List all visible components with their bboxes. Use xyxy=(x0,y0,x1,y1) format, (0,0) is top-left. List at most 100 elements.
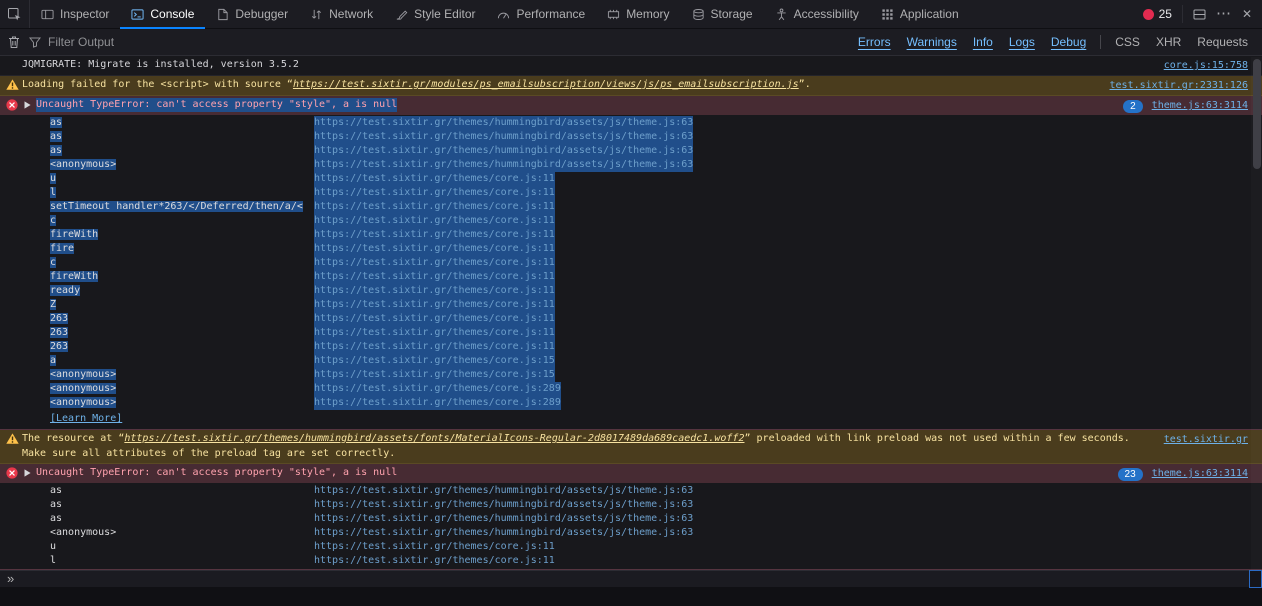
tab-label: Style Editor xyxy=(414,7,476,21)
tab-memory[interactable]: Memory xyxy=(596,0,680,28)
resource-url-link[interactable]: https://test.sixtir.gr/modules/ps_emails… xyxy=(293,78,799,92)
frame-source-link[interactable]: https://test.sixtir.gr/themes/core.js:11 xyxy=(314,214,555,228)
frame-source-link[interactable]: https://test.sixtir.gr/themes/core.js:11 xyxy=(314,228,555,242)
filter-logs-button[interactable]: Logs xyxy=(1002,33,1042,51)
pick-element-button[interactable] xyxy=(0,0,30,28)
frame-source-link[interactable]: https://test.sixtir.gr/themes/hummingbir… xyxy=(314,512,693,526)
tab-style-editor[interactable]: Style Editor xyxy=(384,0,486,28)
filter-debug-button[interactable]: Debug xyxy=(1044,33,1093,51)
frame-source-link[interactable]: https://test.sixtir.gr/themes/core.js:11 xyxy=(314,554,555,568)
stack-frame: l https://test.sixtir.gr/themes/core.js:1… xyxy=(0,554,1262,568)
frame-function-name: as xyxy=(50,499,63,510)
frame-function-cell: fireWith xyxy=(50,270,314,284)
tab-storage[interactable]: Storage xyxy=(681,0,764,28)
tab-inspector[interactable]: Inspector xyxy=(30,0,120,28)
stack-frame: 263 https://test.sixtir.gr/themes/core.js… xyxy=(0,326,1262,340)
split-console-button[interactable] xyxy=(1193,8,1206,21)
frame-source-link[interactable]: https://test.sixtir.gr/themes/core.js:11 xyxy=(314,540,555,554)
frame-source-link[interactable]: https://test.sixtir.gr/themes/hummingbir… xyxy=(314,498,693,512)
stack-frame: u https://test.sixtir.gr/themes/core.js:1… xyxy=(0,172,1262,186)
meatball-menu-button[interactable]: ⋯ xyxy=(1216,6,1232,21)
message-head: The resource at “https://test.sixtir.gr/… xyxy=(0,430,1262,463)
frame-function-name: <anonymous> xyxy=(50,397,117,408)
frame-source-link[interactable]: https://test.sixtir.gr/themes/hummingbir… xyxy=(314,130,694,144)
frame-source-link[interactable]: https://test.sixtir.gr/themes/hummingbir… xyxy=(314,158,694,172)
frame-source-link[interactable]: https://test.sixtir.gr/themes/hummingbir… xyxy=(314,116,694,130)
frame-source-link[interactable]: https://test.sixtir.gr/themes/core.js:11 xyxy=(314,256,555,270)
scroll-corner xyxy=(1249,570,1262,588)
source-location-link[interactable]: test.sixtir.gr xyxy=(1164,433,1248,447)
filter-xhr-button[interactable]: XHR xyxy=(1149,33,1188,51)
close-devtools-button[interactable]: ✕ xyxy=(1242,7,1252,21)
pick-element-icon xyxy=(7,7,22,22)
memory-icon xyxy=(607,8,620,21)
scrollbar-thumb[interactable] xyxy=(1253,59,1261,169)
filter-errors-button[interactable]: Errors xyxy=(851,33,898,51)
vertical-scrollbar[interactable] xyxy=(1251,57,1262,570)
clear-console-button[interactable] xyxy=(7,35,21,49)
source-location-link[interactable]: test.sixtir.gr:2331:126 xyxy=(1110,79,1248,93)
filter-css-button[interactable]: CSS xyxy=(1108,33,1147,51)
message-meta: test.sixtir.gr xyxy=(1164,432,1248,447)
expand-console-button[interactable]: » xyxy=(7,572,14,586)
tab-accessibility[interactable]: Accessibility xyxy=(764,0,870,28)
message-body: The resource at “https://test.sixtir.gr/… xyxy=(22,432,1154,461)
frame-source-link[interactable]: https://test.sixtir.gr/themes/hummingbir… xyxy=(314,484,693,498)
frame-function-cell: <anonymous> xyxy=(50,382,314,396)
filter-output-field xyxy=(29,35,843,49)
frame-source-link[interactable]: https://test.sixtir.gr/themes/core.js:28… xyxy=(314,396,561,410)
expand-caret-icon[interactable] xyxy=(24,469,31,477)
split-console-icon xyxy=(1193,8,1206,21)
tab-performance[interactable]: Performance xyxy=(486,0,596,28)
source-location-link[interactable]: theme.js:63:3114 xyxy=(1152,467,1248,481)
frame-source-link[interactable]: https://test.sixtir.gr/themes/core.js:11 xyxy=(314,242,555,256)
frame-source-link[interactable]: https://test.sixtir.gr/themes/hummingbir… xyxy=(314,144,694,158)
source-location-link[interactable]: theme.js:63:3114 xyxy=(1152,99,1248,113)
stack-frame: a https://test.sixtir.gr/themes/core.js:1… xyxy=(0,354,1262,368)
message-head: Uncaught TypeError: can't access propert… xyxy=(0,464,1262,483)
frame-source-link[interactable]: https://test.sixtir.gr/themes/core.js:11 xyxy=(314,186,555,200)
stack-frame: <anonymous> https://test.sixtir.gr/themes… xyxy=(0,158,1262,172)
filter-output-input[interactable] xyxy=(48,35,843,49)
frame-source-link[interactable]: https://test.sixtir.gr/themes/core.js:28… xyxy=(314,382,561,396)
stack-frame: c https://test.sixtir.gr/themes/core.js:1… xyxy=(0,256,1262,270)
resource-url-link[interactable]: https://test.sixtir.gr/themes/hummingbir… xyxy=(124,432,744,446)
expand-caret-icon[interactable] xyxy=(24,101,31,109)
frame-source-link[interactable]: https://test.sixtir.gr/themes/core.js:11 xyxy=(314,326,555,340)
stack-frame: fireWith https://test.sixtir.gr/themes/co… xyxy=(0,228,1262,242)
stack-frame: as https://test.sixtir.gr/themes/hummingb… xyxy=(0,484,1262,498)
frame-source-link[interactable]: https://test.sixtir.gr/themes/core.js:11 xyxy=(314,270,555,284)
stack-frame: ready https://test.sixtir.gr/themes/core.… xyxy=(0,284,1262,298)
source-location-link[interactable]: core.js:15:758 xyxy=(1164,59,1248,73)
tab-debugger[interactable]: Debugger xyxy=(205,0,299,28)
learn-more-link[interactable]: [Learn More] xyxy=(50,412,122,426)
filter-warnings-button[interactable]: Warnings xyxy=(900,33,964,51)
frame-function-name: <anonymous> xyxy=(50,383,117,394)
message-meta: 2 theme.js:63:3114 xyxy=(1123,98,1248,113)
frame-source-link[interactable]: https://test.sixtir.gr/themes/hummingbir… xyxy=(314,526,693,540)
frame-function-name: 263 xyxy=(50,341,69,352)
stack-frame: 263 https://test.sixtir.gr/themes/core.js… xyxy=(0,340,1262,354)
error-count-indicator[interactable]: 25 xyxy=(1142,7,1172,21)
tab-application[interactable]: Application xyxy=(870,0,970,28)
frame-source-link[interactable]: https://test.sixtir.gr/themes/core.js:15 xyxy=(314,354,555,368)
tab-network[interactable]: Network xyxy=(299,0,384,28)
message-body: Uncaught TypeError: can't access propert… xyxy=(36,466,1108,480)
message-text: ”. xyxy=(798,79,811,90)
style-editor-icon xyxy=(395,8,408,21)
stack-frame: as https://test.sixtir.gr/themes/hummingb… xyxy=(0,498,1262,512)
frame-source-link[interactable]: https://test.sixtir.gr/themes/core.js:11 xyxy=(314,200,555,214)
warn-message: Loading failed for the <script> with sou… xyxy=(0,76,1262,96)
frame-source-link[interactable]: https://test.sixtir.gr/themes/core.js:11 xyxy=(314,312,555,326)
tab-console[interactable]: Console xyxy=(120,0,206,29)
frame-function-cell: as xyxy=(50,130,314,144)
filter-requests-button[interactable]: Requests xyxy=(1190,33,1255,51)
frame-source-link[interactable]: https://test.sixtir.gr/themes/core.js:11 xyxy=(314,284,555,298)
stack-frame: <anonymous> https://test.sixtir.gr/themes… xyxy=(0,382,1262,396)
frame-source-link[interactable]: https://test.sixtir.gr/themes/core.js:11 xyxy=(314,172,555,186)
frame-source-link[interactable]: https://test.sixtir.gr/themes/core.js:15 xyxy=(314,368,555,382)
frame-source-link[interactable]: https://test.sixtir.gr/themes/core.js:11 xyxy=(314,298,555,312)
frame-source-link[interactable]: https://test.sixtir.gr/themes/core.js:11 xyxy=(314,340,555,354)
filter-info-button[interactable]: Info xyxy=(966,33,1000,51)
filter-buttons: Errors Warnings Info Logs Debug CSS XHR Request… xyxy=(851,33,1255,51)
